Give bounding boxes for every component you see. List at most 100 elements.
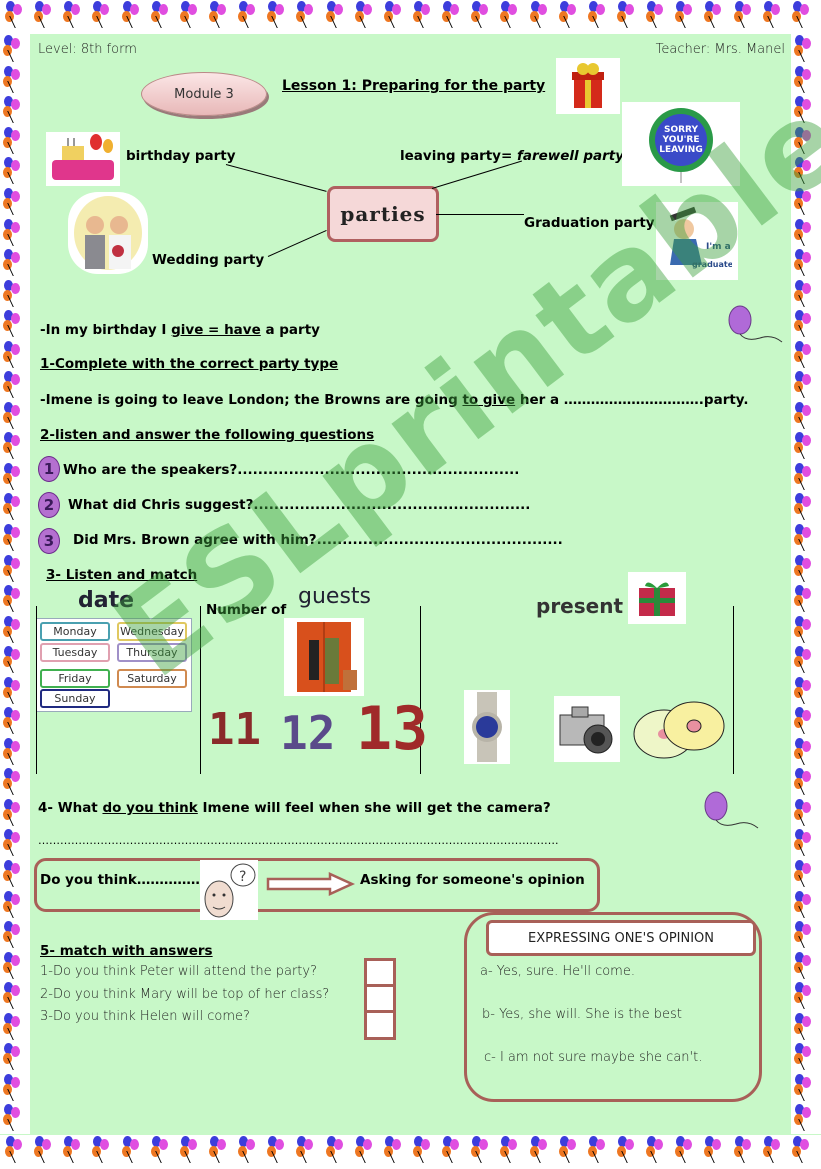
balloon-bunch-icon (2, 828, 28, 858)
balloon-bunch-icon (2, 798, 28, 828)
balloon-bunch-icon (4, 1135, 30, 1165)
balloon-bunch-icon (529, 1135, 555, 1165)
balloon-bunch-icon (2, 370, 28, 400)
balloon-bunch-icon (793, 737, 819, 767)
number-balloon-2-icon: 2 (38, 492, 60, 518)
border-top (0, 0, 821, 34)
balloon-bunch-icon (2, 34, 28, 64)
balloon-bunch-icon (762, 1135, 788, 1165)
guests-prefix: Number of (206, 602, 287, 618)
arrow-icon (266, 872, 356, 900)
svg-text:SORRY: SORRY (664, 125, 699, 135)
expressing-opinion-title: EXPRESSING ONE'S OPINION (527, 930, 715, 946)
balloon-bunch-icon (793, 767, 819, 797)
balloon-bunch-icon (295, 1135, 321, 1165)
day-wednesday: Wednesday (117, 622, 187, 641)
balloon-bunch-icon (2, 65, 28, 95)
day-monday: Monday (40, 622, 110, 641)
exercise4-answer-line[interactable]: …………………………………………………………………………………………………………… (38, 834, 559, 847)
worksheet-page: Level: 8th form Teacher: Mrs. Manel Modu… (30, 0, 821, 1134)
balloon-bunch-icon (2, 645, 28, 675)
balloon-bunch-icon (470, 1135, 496, 1165)
exercise4-question: 4- What do you think Imene will feel whe… (38, 800, 551, 816)
farewell-party-text: farewell party (517, 148, 625, 164)
balloon-bunch-icon (2, 859, 28, 889)
balloon-bunch-icon (2, 615, 28, 645)
question-3: Did Mrs. Brown agree with him?..........… (73, 532, 563, 548)
day-friday: Friday (40, 669, 110, 688)
balloon-bunch-icon (791, 1135, 817, 1165)
number-balloon-1-icon: 1 (38, 456, 60, 482)
balloon-bunch-icon (237, 0, 263, 30)
number-12: 12 (280, 706, 336, 760)
thinking-face-image: ? (200, 860, 258, 920)
balloon-bunch-icon (645, 1135, 671, 1165)
balloon-bunch-icon (2, 462, 28, 492)
balloon-bunch-icon (4, 0, 30, 30)
balloon-bunch-icon (2, 1042, 28, 1072)
camera-image (554, 696, 620, 762)
balloon-bunch-icon (793, 340, 819, 370)
balloon-bunch-icon (733, 1135, 759, 1165)
parties-center-box: parties (327, 186, 439, 242)
number-11: 11 (208, 704, 261, 755)
balloon-bunch-icon (33, 1135, 59, 1165)
watch-icon (472, 692, 502, 762)
border-right (791, 34, 821, 1134)
balloon-bunch-icon (2, 951, 28, 981)
thinking-face-icon: ? (204, 863, 256, 918)
balloon-bunch-icon (179, 1135, 205, 1165)
note-prefix: -In my birthday I (40, 322, 172, 338)
balloon-bunch-icon (2, 1073, 28, 1103)
exercise1-title: 1-Complete with the correct party type (40, 356, 339, 372)
balloon-bunch-icon (793, 279, 819, 309)
module-badge: Module 3 (141, 72, 267, 116)
gift-icon (572, 63, 604, 108)
gift-box-image (556, 58, 620, 114)
balloon-bunch-icon (558, 0, 584, 30)
balloon-bunch-icon (2, 554, 28, 584)
exercise4-suffix: Imene will feel when she will get the ca… (197, 800, 551, 816)
svg-text:LEAVING: LEAVING (659, 145, 702, 155)
balloon-bunch-icon (208, 1135, 234, 1165)
balloon-bunch-icon (762, 0, 788, 30)
lesson-title: Lesson 1: Preparing for the party (282, 78, 546, 94)
balloon-bunch-icon (121, 1135, 147, 1165)
guests-at-door-icon (297, 622, 357, 692)
balloon-bunch-icon (793, 1012, 819, 1042)
wedding-party-label: Wedding party (152, 252, 265, 268)
balloon-bunch-icon (793, 492, 819, 522)
balloon-bunch-icon (266, 1135, 292, 1165)
note-suffix: a party (260, 322, 320, 338)
balloon-bunch-icon (793, 951, 819, 981)
balloon-bunch-icon (793, 309, 819, 339)
balloon-bunch-icon (793, 1042, 819, 1072)
balloon-bunch-icon (793, 462, 819, 492)
sorry-youre-leaving-balloon-image: SORRY YOU'RE LEAVING (622, 102, 740, 186)
exercise1-underlined: to give (462, 392, 516, 408)
connector-wedding (267, 230, 327, 257)
cd-discs-icon (633, 701, 725, 759)
divider-date-guests (200, 606, 201, 774)
question-2: What did Chris suggest?.................… (68, 497, 531, 513)
day-thursday: Thursday (117, 643, 187, 662)
balloon-bunch-icon (793, 218, 819, 248)
balloon-bunch-icon (121, 0, 147, 30)
wedding-image (68, 192, 148, 274)
answer-box-3[interactable] (364, 1010, 396, 1040)
expressing-opinion-header: EXPRESSING ONE'S OPINION (486, 920, 756, 956)
balloon-bunch-icon (793, 981, 819, 1011)
balloon-bunch-icon (587, 0, 613, 30)
balloon-bunch-icon (791, 0, 817, 30)
note-underlined: give = have (171, 322, 261, 338)
balloon-bunch-icon (2, 920, 28, 950)
balloon-bunch-icon (470, 0, 496, 30)
balloon-bunch-icon (2, 584, 28, 614)
leaving-balloon-icon: SORRYYOU'RELEAVING (649, 108, 713, 183)
balloon-bunch-icon (2, 1103, 28, 1133)
balloon-bunch-icon (62, 0, 88, 30)
exercise1-text-prefix: -Imene is going to leave London; the Bro… (40, 392, 463, 408)
balloon-bunch-icon (616, 0, 642, 30)
match-question-2: 2-Do you think Mary will be top of her c… (40, 987, 330, 1002)
balloon-bunch-icon (645, 0, 671, 30)
